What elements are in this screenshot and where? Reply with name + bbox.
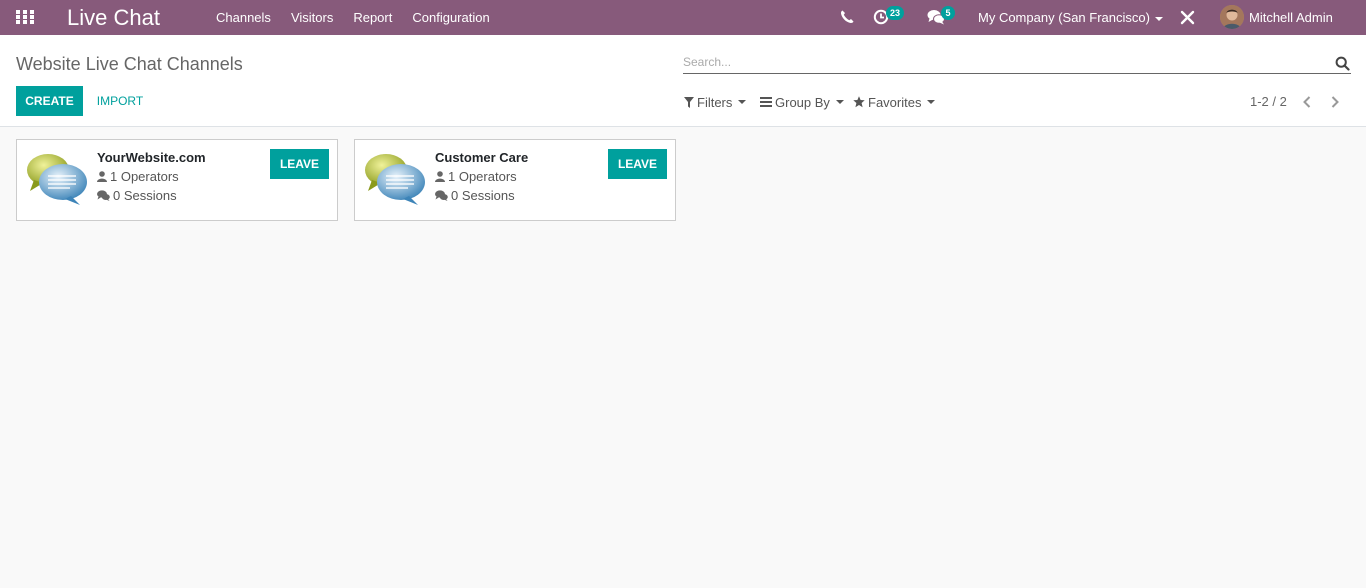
channel-card[interactable]: YourWebsite.com 1 Operators 0 Sessions L… bbox=[16, 139, 338, 221]
channel-card[interactable]: Customer Care 1 Operators 0 Sessions LEA… bbox=[354, 139, 676, 221]
app-title[interactable]: Live Chat bbox=[67, 5, 160, 30]
filter-icon bbox=[684, 96, 694, 108]
menu-item-channels[interactable]: Channels bbox=[206, 0, 281, 35]
top-navbar: Live Chat Channels Visitors Report Confi… bbox=[0, 0, 1366, 35]
messages-counter-badge: 5 bbox=[941, 6, 955, 20]
activity-counter-badge: 23 bbox=[886, 6, 905, 20]
channel-name: Customer Care bbox=[435, 150, 529, 165]
favorites-dropdown[interactable]: Favorites bbox=[853, 94, 936, 110]
main-menu: Channels Visitors Report Configuration bbox=[206, 0, 500, 35]
groupby-dropdown[interactable]: Group By bbox=[760, 94, 844, 110]
import-button[interactable]: IMPORT bbox=[88, 86, 152, 116]
groupby-label: Group By bbox=[775, 94, 830, 110]
caret-down-icon bbox=[1154, 16, 1163, 21]
filters-dropdown[interactable]: Filters bbox=[684, 94, 747, 110]
caret-down-icon bbox=[835, 100, 844, 104]
phone-icon[interactable] bbox=[839, 9, 855, 25]
star-icon bbox=[853, 96, 865, 108]
list-bars-icon bbox=[760, 97, 772, 107]
operators-count: 1 Operators bbox=[97, 169, 179, 184]
menu-item-visitors[interactable]: Visitors bbox=[281, 0, 343, 35]
operators-text: 1 Operators bbox=[448, 169, 517, 184]
sessions-count: 0 Sessions bbox=[435, 188, 515, 203]
company-name: My Company (San Francisco) bbox=[978, 10, 1150, 25]
chevron-right-icon[interactable] bbox=[1328, 94, 1342, 110]
chat-bubbles-icon bbox=[365, 154, 425, 205]
avatar[interactable] bbox=[1220, 5, 1244, 29]
comments-icon bbox=[97, 190, 110, 201]
user-icon bbox=[97, 171, 107, 182]
channel-name: YourWebsite.com bbox=[97, 150, 206, 165]
leave-button[interactable]: LEAVE bbox=[608, 149, 667, 179]
company-switcher[interactable]: My Company (San Francisco) bbox=[978, 0, 1163, 35]
leave-button[interactable]: LEAVE bbox=[270, 149, 329, 179]
chevron-left-icon[interactable] bbox=[1300, 94, 1314, 110]
caret-down-icon bbox=[738, 100, 747, 104]
chat-bubbles-icon bbox=[27, 154, 87, 205]
user-menu[interactable]: Mitchell Admin bbox=[1249, 0, 1333, 35]
sessions-text: 0 Sessions bbox=[113, 188, 177, 203]
search-input[interactable] bbox=[683, 53, 1351, 74]
apps-grid-icon[interactable] bbox=[16, 10, 34, 24]
sessions-count: 0 Sessions bbox=[97, 188, 177, 203]
user-icon bbox=[435, 171, 445, 182]
operators-count: 1 Operators bbox=[435, 169, 517, 184]
page-title: Website Live Chat Channels bbox=[16, 54, 243, 74]
comments-icon bbox=[435, 190, 448, 201]
search-icon[interactable] bbox=[1335, 56, 1350, 71]
create-button[interactable]: CREATE bbox=[16, 86, 83, 116]
sessions-text: 0 Sessions bbox=[451, 188, 515, 203]
close-tools-icon[interactable] bbox=[1180, 10, 1195, 25]
menu-item-report[interactable]: Report bbox=[343, 0, 402, 35]
caret-down-icon bbox=[927, 100, 936, 104]
control-panel: Website Live Chat Channels CREATE IMPORT… bbox=[0, 35, 1366, 127]
operators-text: 1 Operators bbox=[110, 169, 179, 184]
favorites-label: Favorites bbox=[868, 94, 922, 110]
menu-item-configuration[interactable]: Configuration bbox=[402, 0, 499, 35]
filters-label: Filters bbox=[697, 94, 733, 110]
pager-value[interactable]: 1-2 / 2 bbox=[1250, 94, 1287, 110]
